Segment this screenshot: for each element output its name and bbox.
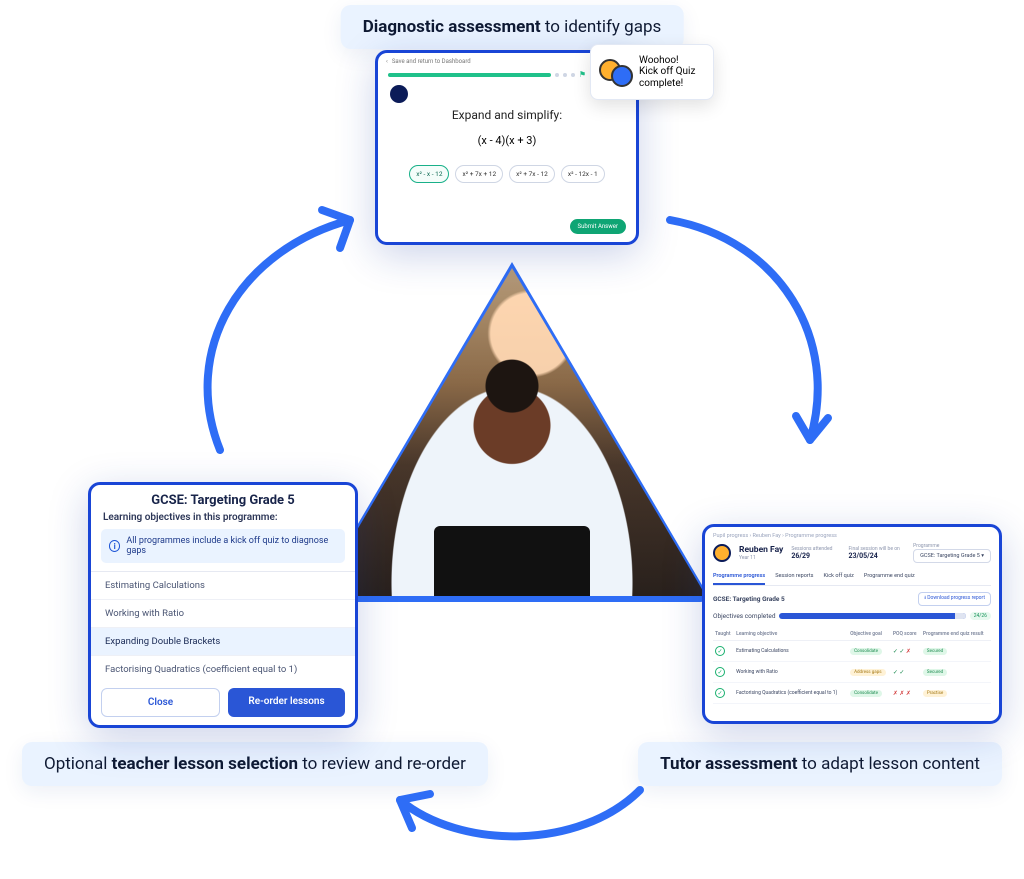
callout-diagnostic: Diagnostic assessment to identify gaps (341, 5, 684, 49)
table-row: ✓Factorising Quadratics (coefficient equ… (713, 683, 991, 704)
tab[interactable]: Kick off quiz (824, 569, 854, 585)
check-icon: ✓ (715, 646, 725, 656)
programme-info-text: All programmes include a kick off quiz t… (126, 536, 337, 556)
programme-info-banner: i All programmes include a kick off quiz… (101, 529, 345, 563)
info-icon: i (109, 540, 120, 552)
answer-options: x² - x - 12 x² + 7x + 12 x² + 7x - 12 x² - … (378, 165, 636, 183)
chevron-left-icon[interactable]: ‹ (386, 58, 388, 65)
table-row: ✓Estimating CalculationsConsolidate✓ ✓ ✗… (713, 641, 991, 662)
list-item[interactable]: Expanding Double Brackets (91, 628, 355, 656)
question-expression: (x - 4)(x + 3) (378, 134, 636, 147)
close-button[interactable]: Close (101, 688, 220, 717)
section-title: GCSE: Targeting Grade 5 (713, 595, 785, 603)
answer-option[interactable]: x² + 7x - 12 (509, 165, 555, 183)
table-header-row: TaughtLearning objectiveObjective goalPO… (713, 628, 991, 641)
download-report-button[interactable]: ⭳ Download progress report (918, 592, 991, 606)
dashboard-tabs: Programme progress Session reports Kick of… (713, 569, 991, 586)
answer-option[interactable]: x² - 12x - 1 (561, 165, 605, 183)
table-row: ✓Working with RatioAddress gaps✓ ✓Secure… (713, 662, 991, 683)
arrow-top-right (660, 200, 860, 460)
popup-line: complete! (639, 78, 695, 90)
objectives-label: Objectives completed (713, 612, 775, 620)
student-name: Reuben Fay (739, 545, 783, 555)
objective-list: Estimating CalculationsWorking with Rati… (91, 571, 355, 680)
check-icon: ✓ (715, 667, 725, 677)
popup-line: Woohoo! (639, 55, 695, 67)
quiz-complete-popup: Woohoo! Kick off Quiz complete! (590, 44, 714, 100)
popup-line: Kick off Quiz (639, 66, 695, 78)
tab[interactable]: Programme end quiz (864, 569, 915, 585)
reorder-lessons-button[interactable]: Re-order lessons (228, 688, 345, 717)
question-title: Expand and simplify: (378, 108, 636, 122)
student-photo-triangle (312, 262, 712, 602)
list-item[interactable]: Factorising Quadratics (coefficient equa… (91, 656, 355, 680)
arrow-top-left (170, 200, 370, 460)
flag-icon: ⚑ (579, 70, 586, 79)
check-icon: ✓ (715, 688, 725, 698)
answer-option[interactable]: x² + 7x + 12 (455, 165, 503, 183)
breadcrumb: Pupil progress › Reuben Fay › Programme … (713, 533, 991, 539)
tab[interactable]: Session reports (775, 569, 813, 585)
objectives-progress-bar (779, 613, 965, 619)
callout-tutor-assessment: Tutor assessment to adapt lesson content (638, 742, 1002, 786)
objectives-count: 24/26 (970, 612, 991, 620)
answer-option[interactable]: x² - x - 12 (409, 165, 449, 183)
list-item[interactable]: Estimating Calculations (91, 572, 355, 600)
submit-answer-button[interactable]: Submit Answer (570, 219, 626, 234)
programme-title: GCSE: Targeting Grade 5 (91, 485, 355, 512)
programme-select[interactable]: GCSE: Targeting Grade 5 ▾ (913, 549, 991, 563)
mascots-icon (599, 55, 633, 89)
list-item[interactable]: Working with Ratio (91, 600, 355, 628)
tutor-avatar (390, 85, 408, 103)
chevron-down-icon: ▾ (981, 553, 984, 559)
tab[interactable]: Programme progress (713, 569, 765, 585)
programme-card: GCSE: Targeting Grade 5 Learning objecti… (88, 482, 358, 728)
back-link[interactable]: Save and return to Dashboard (392, 58, 471, 65)
arrow-bottom (380, 770, 660, 860)
tutor-dashboard-card: Pupil progress › Reuben Fay › Programme … (702, 524, 1002, 724)
objectives-table: TaughtLearning objectiveObjective goalPO… (713, 628, 991, 704)
student-year: Year 11 (739, 555, 783, 561)
student-avatar (713, 544, 731, 562)
programme-subtitle: Learning objectives in this programme: (91, 512, 355, 529)
